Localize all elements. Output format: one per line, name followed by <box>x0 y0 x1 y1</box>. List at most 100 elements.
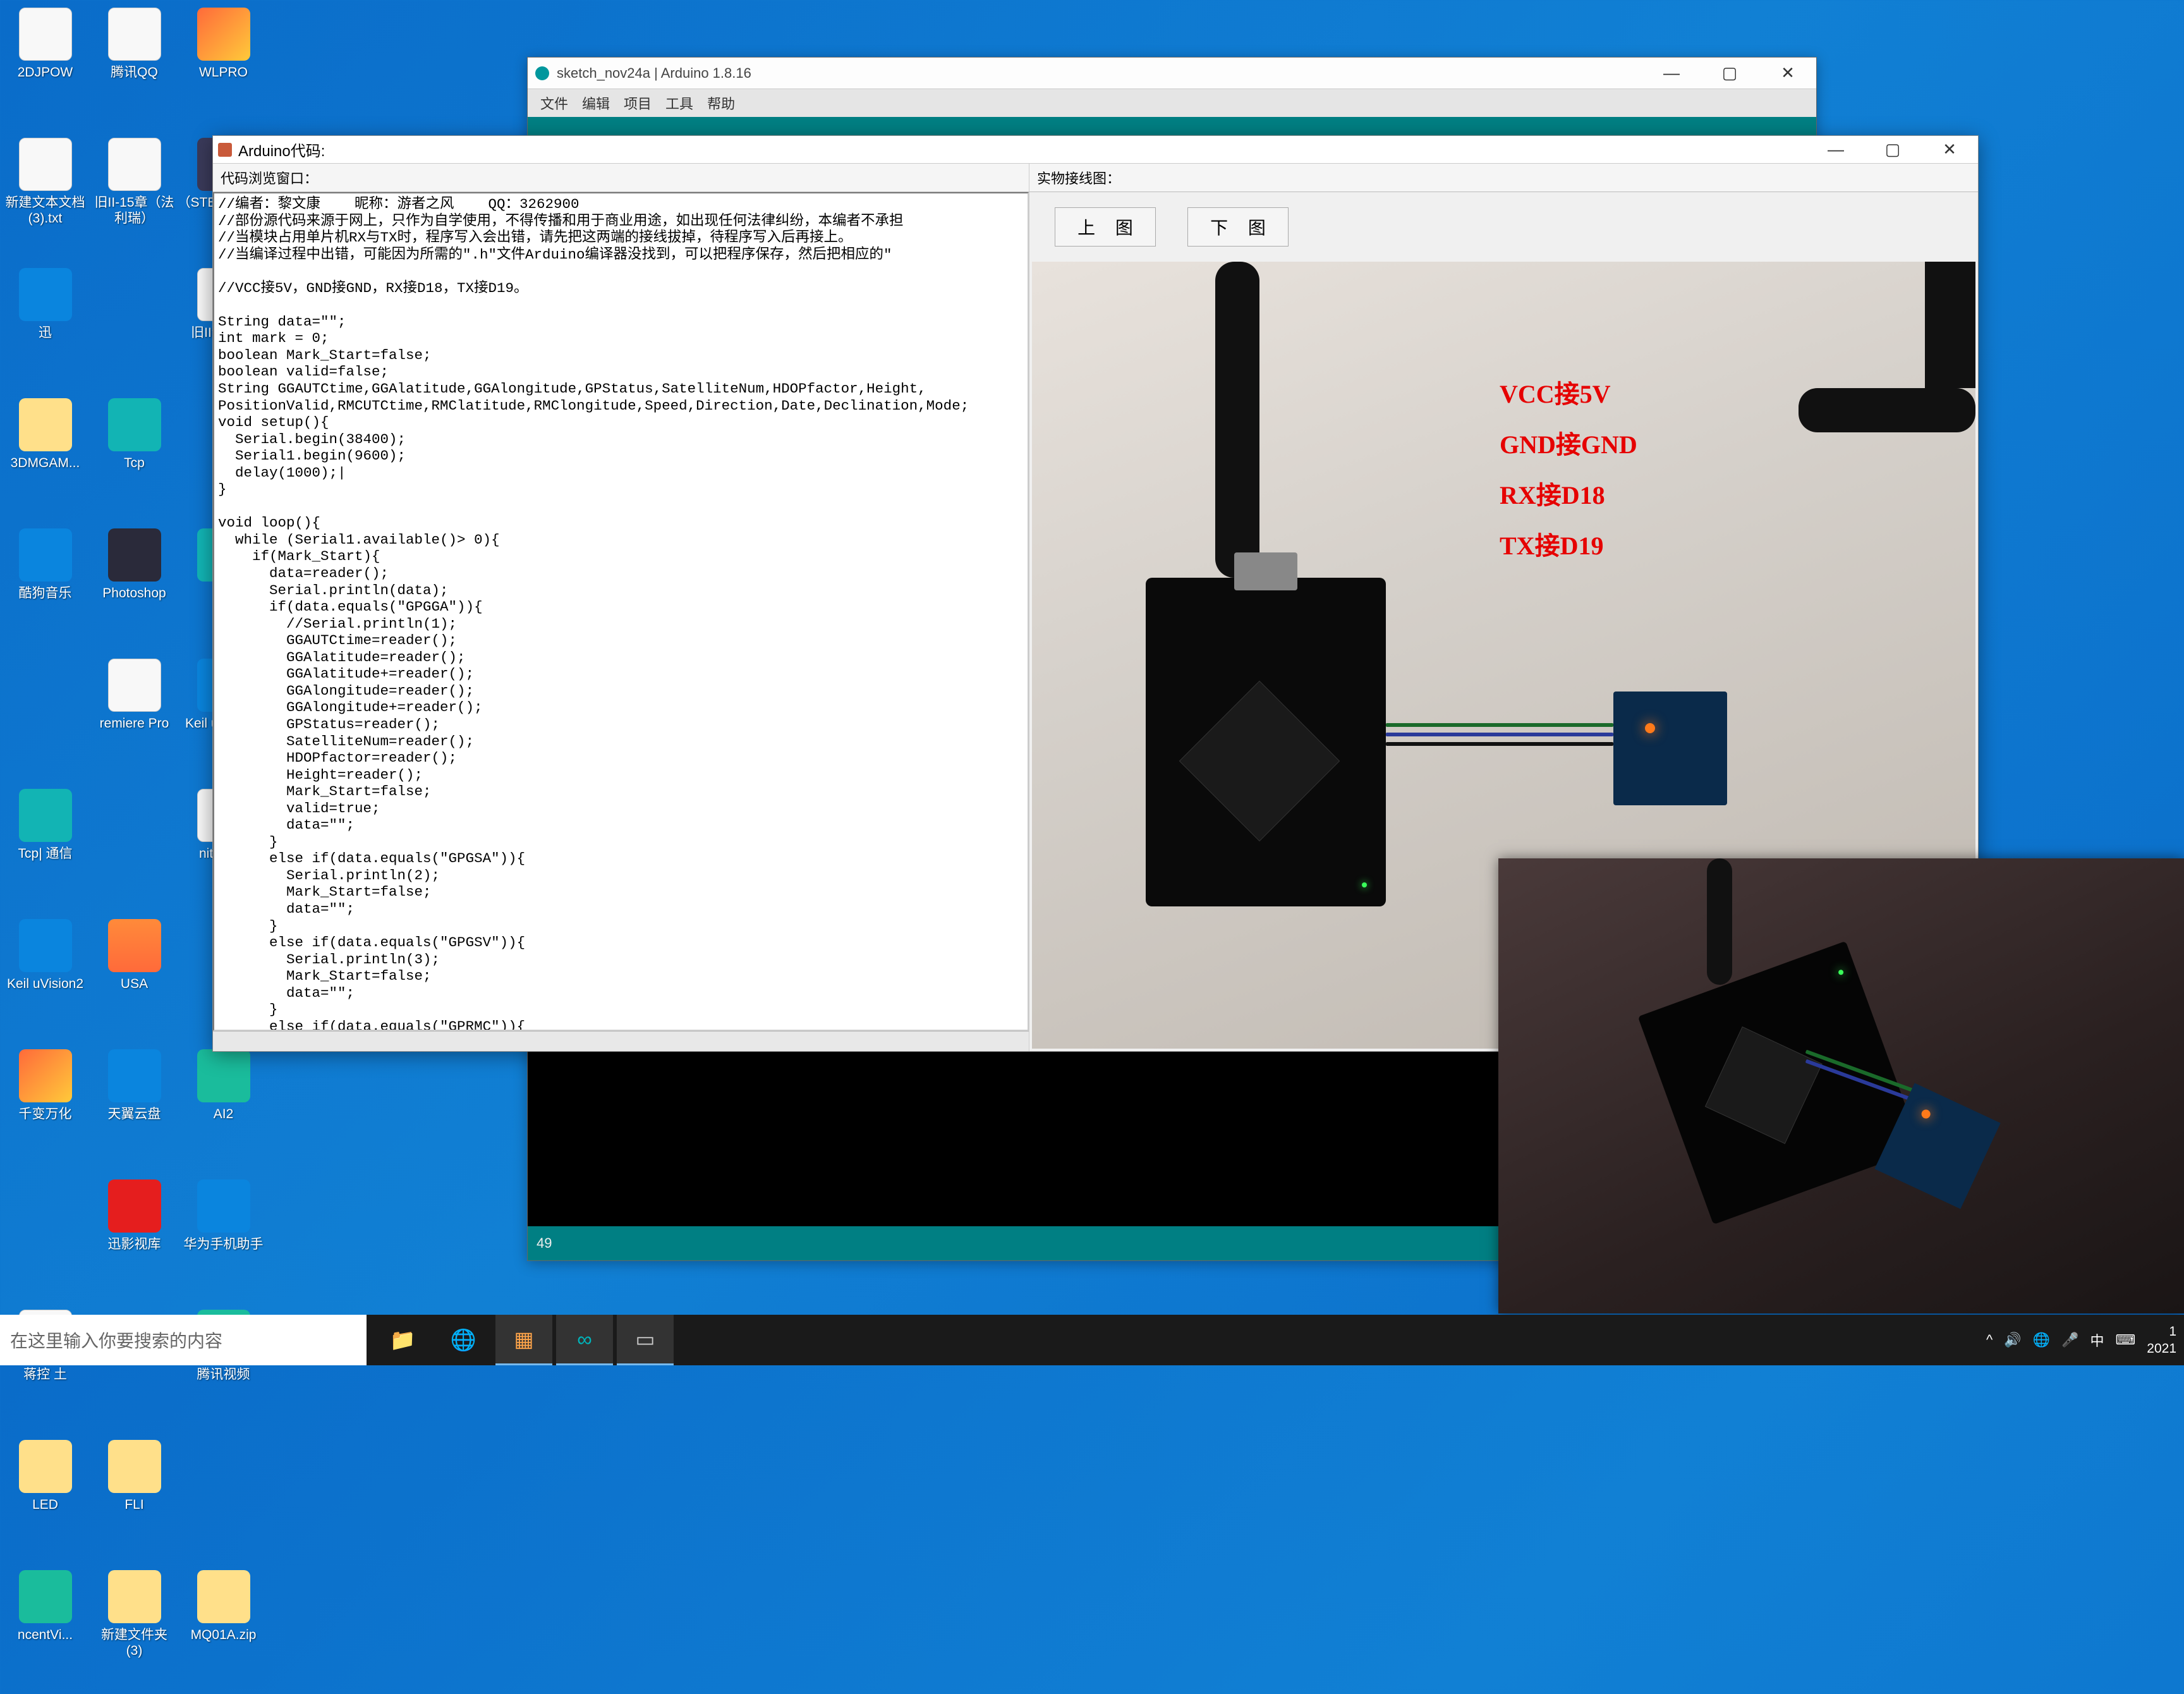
desktop-icon-36[interactable]: ncentVi... <box>3 1565 88 1691</box>
arduino-titlebar[interactable]: sketch_nov24a | Arduino 1.8.16 — ▢ ✕ <box>528 58 1816 89</box>
desktop-icon-0[interactable]: 2DJPOW <box>3 3 88 129</box>
desktop-icon-18[interactable]: Tcp| 通信 <box>3 784 88 910</box>
desktop-icon-label: 迅 <box>39 325 52 341</box>
desktop-icon-glyph <box>19 528 72 582</box>
desktop-icon-22[interactable]: USA <box>92 914 177 1040</box>
viewer-minimize-button[interactable]: — <box>1807 136 1864 164</box>
desktop-icon-glyph <box>19 1570 72 1623</box>
browser-icon[interactable]: 🌐 <box>435 1315 492 1365</box>
desktop-icon-glyph <box>108 659 161 712</box>
arduino-menu-item-0[interactable]: 文件 <box>540 93 568 113</box>
desktop-icon-29[interactable]: 华为手机助手 <box>181 1174 266 1301</box>
clock-time: 1 <box>2147 1323 2176 1340</box>
desktop-icon-label: 新建文件夹 (3) <box>92 1627 177 1659</box>
desktop-icon-glyph <box>197 1570 250 1623</box>
antenna-cable-2 <box>1799 388 1975 432</box>
minimize-button[interactable]: — <box>1643 58 1700 89</box>
desktop-icon-glyph <box>19 1440 72 1493</box>
desktop-icon-3[interactable]: 新建文本文档 (3).txt <box>3 133 88 259</box>
camera-overlay <box>1498 858 2184 1313</box>
clock-date: 2021 <box>2147 1340 2176 1357</box>
arduino-menubar: 文件编辑项目工具帮助 <box>528 89 1816 117</box>
desktop-icon-label: 华为手机助手 <box>184 1236 264 1252</box>
desktop-icon-21[interactable]: Keil uVision2 <box>3 914 88 1040</box>
desktop-icon-4[interactable]: 旧II-15章（法利瑞） <box>92 133 177 259</box>
desktop-icon-glyph <box>108 919 161 972</box>
desktop-icon-26[interactable]: AI2 <box>181 1044 266 1171</box>
tray-network-icon[interactable]: 🌐 <box>2033 1332 2050 1348</box>
arduino-menu-item-2[interactable]: 项目 <box>624 93 652 113</box>
desktop-icon-24[interactable]: 千变万化 <box>3 1044 88 1171</box>
desktop-icon-label: remiere Pro <box>100 716 169 731</box>
desktop-icon-33[interactable]: LED <box>3 1435 88 1561</box>
tray-chevron-icon[interactable]: ^ <box>1986 1332 1993 1348</box>
desktop-icon-6[interactable]: 迅 <box>3 263 88 389</box>
explorer-icon[interactable]: 📁 <box>374 1315 431 1365</box>
cam-gps-led-icon <box>1920 1108 1932 1120</box>
desktop-icon-9[interactable]: 3DMGAM... <box>3 393 88 520</box>
desktop-icon-13[interactable]: Photoshop <box>92 523 177 650</box>
desktop-icon-25[interactable]: 天翼云盘 <box>92 1044 177 1171</box>
desktop-icon-38[interactable]: MQ01A.zip <box>181 1565 266 1691</box>
tray-keyboard-icon[interactable]: ⌨ <box>2116 1332 2136 1348</box>
desktop-icon-glyph <box>19 8 72 61</box>
wiring-rx: RX接D18 <box>1500 470 1637 521</box>
desktop-icon-34[interactable]: FLI <box>92 1435 177 1561</box>
desktop-icon-10[interactable]: Tcp <box>92 393 177 520</box>
wire-black <box>1386 742 1613 746</box>
desktop-icon-16[interactable]: remiere Pro <box>92 654 177 780</box>
taskbar-search[interactable]: 在这里输入你要搜索的内容 <box>0 1315 367 1365</box>
cam-chip-icon <box>1705 1027 1823 1144</box>
tray-mic-icon[interactable]: 🎤 <box>2061 1332 2078 1348</box>
desktop-icon-1[interactable]: 腾讯QQ <box>92 3 177 129</box>
wiring-gnd: GND接GND <box>1500 420 1637 470</box>
arduino-mega-board <box>1146 578 1386 906</box>
desktop-icon-28[interactable]: 迅影视库 <box>92 1174 177 1301</box>
desktop-icon-label: USA <box>121 976 148 992</box>
system-tray[interactable]: ^ 🔊 🌐 🎤 中 ⌨ 1 2021 <box>1986 1323 2184 1358</box>
desktop-icon-12[interactable]: 酷狗音乐 <box>3 523 88 650</box>
wire-green <box>1386 723 1613 727</box>
arduino-menu-item-3[interactable]: 工具 <box>665 93 693 113</box>
desktop-icon-glyph <box>108 1440 161 1493</box>
desktop-icon-label: Tcp| 通信 <box>18 846 73 862</box>
desktop-icon-label: 3DMGAM... <box>11 455 80 471</box>
maximize-button[interactable]: ▢ <box>1701 58 1758 89</box>
arduino-taskbar-icon[interactable]: ∞ <box>556 1315 613 1365</box>
tray-ime-icon[interactable]: 中 <box>2090 1330 2104 1350</box>
desktop-icon-37[interactable]: 新建文件夹 (3) <box>92 1565 177 1691</box>
desktop-icon-label: ncentVi... <box>18 1627 73 1643</box>
power-led-icon <box>1362 882 1367 887</box>
code-area[interactable]: //编者：黎文康 昵称：游者之风 QQ：3262900 //部份源代码来源于网上… <box>213 192 1029 1031</box>
desktop-icon-label: 天翼云盘 <box>108 1106 161 1122</box>
viewer-close-button[interactable]: ✕ <box>1921 136 1978 164</box>
desktop-icon-glyph <box>19 138 72 191</box>
arduino-menu-item-1[interactable]: 编辑 <box>582 93 610 113</box>
desktop-icon-label: 腾讯视频 <box>197 1367 250 1382</box>
close-button[interactable]: ✕ <box>1759 58 1816 89</box>
desktop-icon-glyph <box>19 919 72 972</box>
code-panel: 代码浏览窗口： //编者：黎文康 昵称：游者之风 QQ：3262900 //部份… <box>213 164 1029 1051</box>
mcu-chip <box>1179 681 1340 842</box>
desktop-icon-2[interactable]: WLPRO <box>181 3 266 129</box>
viewer-maximize-button[interactable]: ▢ <box>1864 136 1921 164</box>
prev-image-button[interactable]: 上 图 <box>1055 207 1156 247</box>
desktop-icon-label: 酷狗音乐 <box>19 585 72 601</box>
viewer-title: Arduino代码: <box>238 138 325 161</box>
wiring-tx: TX接D19 <box>1500 521 1637 571</box>
cam-arduino-board <box>1638 941 1922 1225</box>
app-running-2-icon[interactable]: ▭ <box>617 1315 674 1365</box>
tray-volume-icon[interactable]: 🔊 <box>2004 1332 2021 1348</box>
next-image-button[interactable]: 下 图 <box>1187 207 1289 247</box>
arduino-menu-item-4[interactable]: 帮助 <box>707 93 735 113</box>
app-running-1-icon[interactable]: ▦ <box>495 1315 552 1365</box>
tray-clock[interactable]: 1 2021 <box>2147 1323 2176 1358</box>
antenna-cable <box>1925 262 1975 388</box>
desktop-icon-label: 旧II-15章（法利瑞） <box>92 195 177 226</box>
desktop-icon-glyph <box>19 268 72 321</box>
desktop-icon-glyph <box>19 1049 72 1102</box>
desktop-icon-glyph <box>108 8 161 61</box>
image-panel-label: 实物接线图： <box>1029 164 1978 192</box>
horizontal-scrollbar[interactable] <box>213 1031 1029 1051</box>
viewer-titlebar[interactable]: Arduino代码: — ▢ ✕ <box>213 136 1978 164</box>
